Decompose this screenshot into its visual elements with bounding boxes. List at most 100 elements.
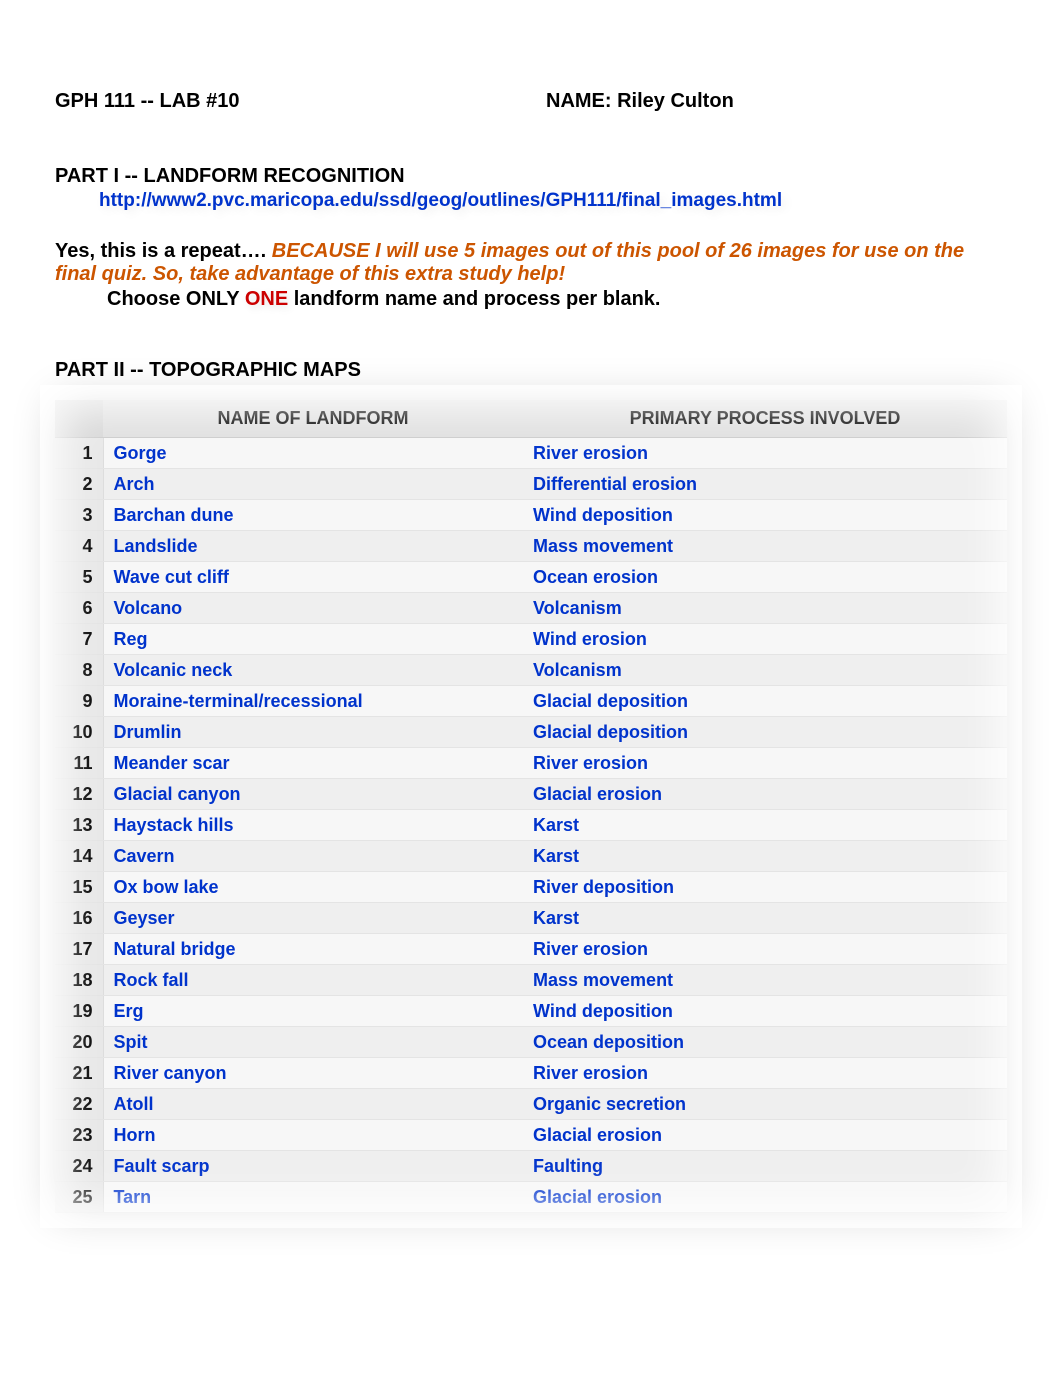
row-number: 5 xyxy=(55,562,103,593)
table-row: 6VolcanoVolcanism xyxy=(55,593,1007,624)
process-name: Organic secretion xyxy=(523,1089,1007,1120)
process-name: River erosion xyxy=(523,934,1007,965)
name-field: NAME: Riley Culton xyxy=(516,90,1007,113)
landform-name: Arch xyxy=(103,469,523,500)
landform-name: Glacial canyon xyxy=(103,779,523,810)
process-name: Mass movement xyxy=(523,965,1007,996)
row-number: 10 xyxy=(55,717,103,748)
landform-name: River canyon xyxy=(103,1058,523,1089)
row-number: 2 xyxy=(55,469,103,500)
choose-one: ONE xyxy=(245,288,288,310)
process-name: Volcanism xyxy=(523,655,1007,686)
row-number: 3 xyxy=(55,500,103,531)
landform-name: Ox bow lake xyxy=(103,872,523,903)
part2-title: PART II -- TOPOGRAPHIC MAPS xyxy=(55,359,1007,382)
header-row: GPH 111 -- LAB #10 NAME: Riley Culton xyxy=(55,90,1007,113)
table-wrap: NAME OF LANDFORM PRIMARY PROCESS INVOLVE… xyxy=(55,400,1007,1213)
table-row: 14CavernKarst xyxy=(55,841,1007,872)
landform-name: Tarn xyxy=(103,1182,523,1213)
landform-name: Rock fall xyxy=(103,965,523,996)
landform-table: NAME OF LANDFORM PRIMARY PROCESS INVOLVE… xyxy=(55,400,1007,1213)
table-row: 7RegWind erosion xyxy=(55,624,1007,655)
landform-name: Erg xyxy=(103,996,523,1027)
table-row: 1GorgeRiver erosion xyxy=(55,438,1007,469)
process-name: Faulting xyxy=(523,1151,1007,1182)
part1-url[interactable]: http://www2.pvc.maricopa.edu/ssd/geog/ou… xyxy=(99,190,1007,212)
process-name: River erosion xyxy=(523,748,1007,779)
row-number: 9 xyxy=(55,686,103,717)
row-number: 11 xyxy=(55,748,103,779)
row-number: 17 xyxy=(55,934,103,965)
choose-line: Choose ONLY ONE landform name and proces… xyxy=(107,288,1007,311)
landform-name: Natural bridge xyxy=(103,934,523,965)
row-number: 15 xyxy=(55,872,103,903)
landform-name: Geyser xyxy=(103,903,523,934)
landform-name: Gorge xyxy=(103,438,523,469)
process-name: Karst xyxy=(523,810,1007,841)
row-number: 7 xyxy=(55,624,103,655)
row-number: 8 xyxy=(55,655,103,686)
row-number: 20 xyxy=(55,1027,103,1058)
landform-name: Haystack hills xyxy=(103,810,523,841)
part1-title: PART I -- LANDFORM RECOGNITION xyxy=(55,165,1007,188)
process-name: Ocean deposition xyxy=(523,1027,1007,1058)
repeat-black: Yes, this is a repeat…. xyxy=(55,240,272,262)
landform-name: Wave cut cliff xyxy=(103,562,523,593)
table-row: 25TarnGlacial erosion xyxy=(55,1182,1007,1213)
row-number: 14 xyxy=(55,841,103,872)
process-name: River deposition xyxy=(523,872,1007,903)
table-row: 23HornGlacial erosion xyxy=(55,1120,1007,1151)
process-name: River erosion xyxy=(523,1058,1007,1089)
landform-name: Volcano xyxy=(103,593,523,624)
row-number: 16 xyxy=(55,903,103,934)
process-name: Differential erosion xyxy=(523,469,1007,500)
process-name: River erosion xyxy=(523,438,1007,469)
landform-name: Meander scar xyxy=(103,748,523,779)
process-name: Glacial erosion xyxy=(523,1182,1007,1213)
process-name: Glacial deposition xyxy=(523,686,1007,717)
landform-name: Atoll xyxy=(103,1089,523,1120)
row-number: 21 xyxy=(55,1058,103,1089)
landform-name: Landslide xyxy=(103,531,523,562)
choose-after: landform name and process per blank. xyxy=(288,288,660,310)
landform-name: Fault scarp xyxy=(103,1151,523,1182)
row-number: 1 xyxy=(55,438,103,469)
row-number: 4 xyxy=(55,531,103,562)
col-number xyxy=(55,400,103,438)
table-row: 24Fault scarpFaulting xyxy=(55,1151,1007,1182)
table-row: 4LandslideMass movement xyxy=(55,531,1007,562)
table-row: 20SpitOcean deposition xyxy=(55,1027,1007,1058)
name-value: Riley Culton xyxy=(617,90,734,112)
table-row: 17Natural bridgeRiver erosion xyxy=(55,934,1007,965)
choose-before: Choose ONLY xyxy=(107,288,245,310)
table-row: 3Barchan duneWind deposition xyxy=(55,500,1007,531)
landform-name: Reg xyxy=(103,624,523,655)
row-number: 12 xyxy=(55,779,103,810)
table-row: 21River canyonRiver erosion xyxy=(55,1058,1007,1089)
lab-title: GPH 111 -- LAB #10 xyxy=(55,90,516,113)
table-row: 13Haystack hillsKarst xyxy=(55,810,1007,841)
row-number: 19 xyxy=(55,996,103,1027)
row-number: 25 xyxy=(55,1182,103,1213)
table-row: 5Wave cut cliffOcean erosion xyxy=(55,562,1007,593)
landform-name: Cavern xyxy=(103,841,523,872)
table-row: 9Moraine-terminal/recessionalGlacial dep… xyxy=(55,686,1007,717)
table-body: 1GorgeRiver erosion2ArchDifferential ero… xyxy=(55,438,1007,1213)
landform-name: Horn xyxy=(103,1120,523,1151)
process-name: Volcanism xyxy=(523,593,1007,624)
repeat-line: Yes, this is a repeat…. BECAUSE I will u… xyxy=(55,240,1007,286)
table-row: 8Volcanic neckVolcanism xyxy=(55,655,1007,686)
col-process: PRIMARY PROCESS INVOLVED xyxy=(523,400,1007,438)
table-row: 12Glacial canyonGlacial erosion xyxy=(55,779,1007,810)
table-header-row: NAME OF LANDFORM PRIMARY PROCESS INVOLVE… xyxy=(55,400,1007,438)
process-name: Glacial deposition xyxy=(523,717,1007,748)
row-number: 18 xyxy=(55,965,103,996)
landform-name: Spit xyxy=(103,1027,523,1058)
name-prefix: NAME: xyxy=(546,90,617,112)
process-name: Wind erosion xyxy=(523,624,1007,655)
table-row: 19ErgWind deposition xyxy=(55,996,1007,1027)
process-name: Ocean erosion xyxy=(523,562,1007,593)
landform-name: Volcanic neck xyxy=(103,655,523,686)
table-row: 11Meander scarRiver erosion xyxy=(55,748,1007,779)
row-number: 6 xyxy=(55,593,103,624)
